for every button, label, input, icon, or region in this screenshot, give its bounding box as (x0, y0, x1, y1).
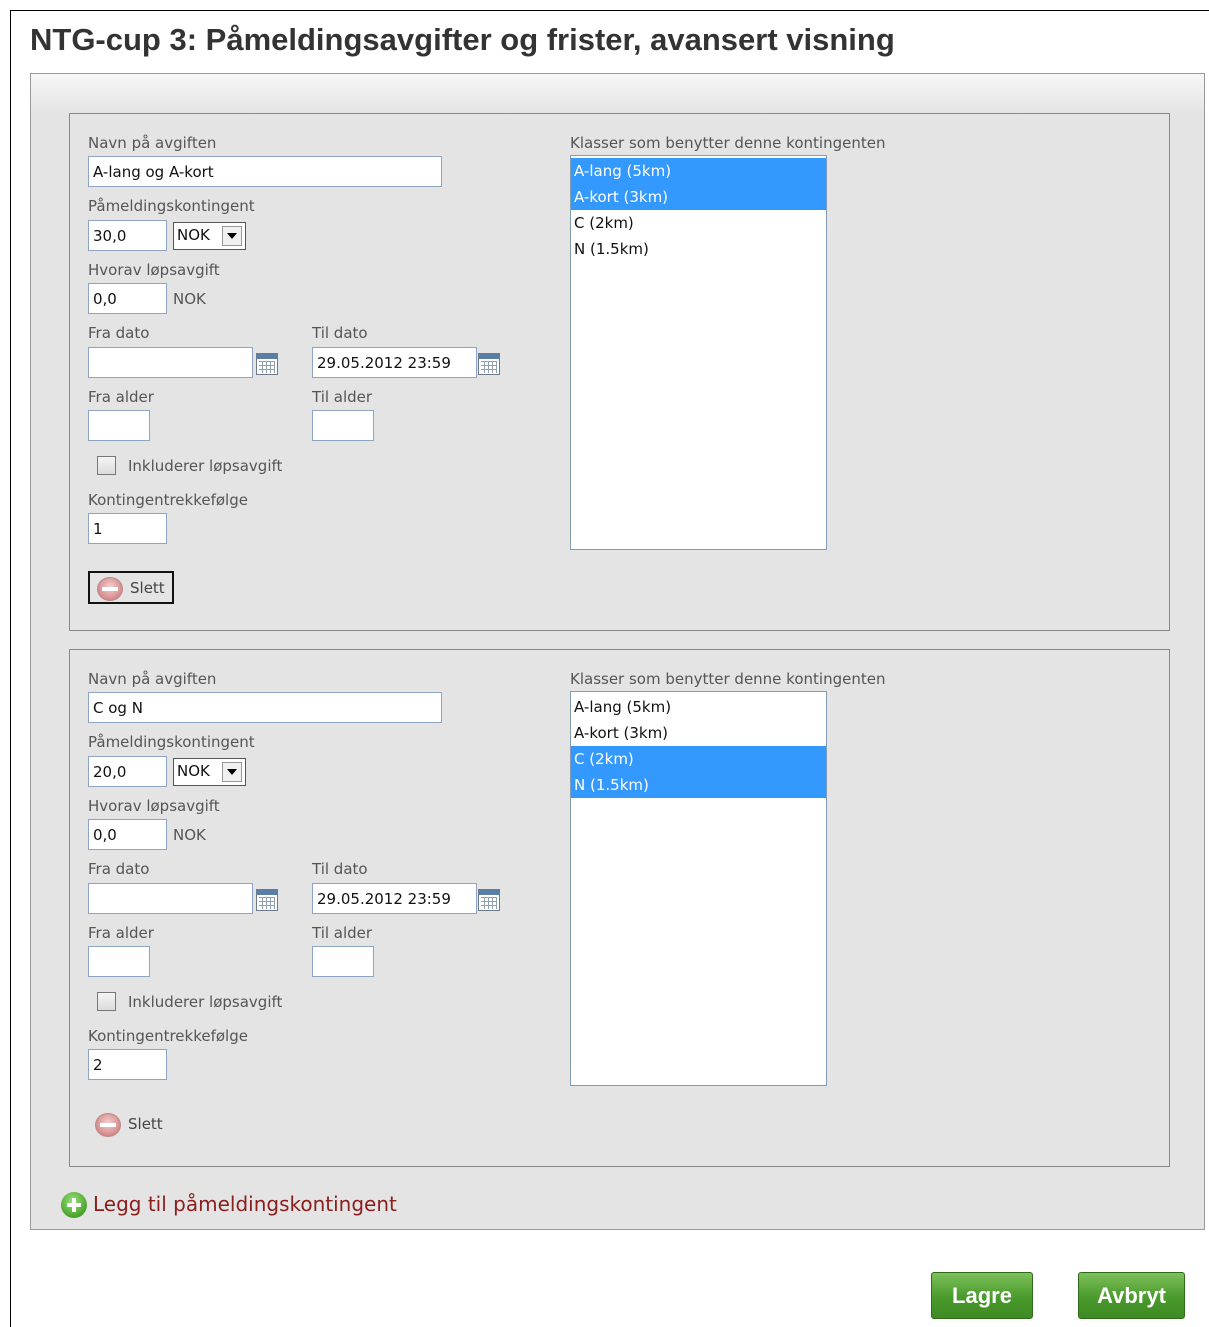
add-fee-link-label: Legg til påmeldingskontingent (93, 1192, 397, 1216)
minus-circle-icon (95, 1113, 121, 1137)
includes-race-fee-checkbox[interactable] (97, 992, 116, 1011)
fee-name-label: Navn på avgiften (88, 134, 217, 152)
from-age-input[interactable] (88, 946, 150, 977)
fee-name-input[interactable] (88, 692, 442, 723)
page-title: NTG-cup 3: Påmeldingsavgifter og frister… (30, 22, 895, 57)
includes-race-fee-label: Inkluderer løpsavgift (128, 993, 283, 1011)
calendar-icon[interactable] (478, 353, 500, 375)
class-option[interactable]: A-kort (3km) (571, 720, 826, 746)
delete-button[interactable]: Slett (88, 1109, 167, 1142)
delete-button-label: Slett (128, 1115, 163, 1133)
from-date-input[interactable] (88, 347, 253, 378)
to-age-label: Til alder (312, 924, 373, 942)
fee-name-label: Navn på avgiften (88, 670, 217, 688)
add-fee-link[interactable]: Legg til påmeldingskontingent (61, 1190, 397, 1218)
from-age-label: Fra alder (88, 388, 154, 406)
from-date-label: Fra dato (88, 860, 150, 878)
from-age-input[interactable] (88, 410, 150, 441)
classes-label: Klasser som benytter denne kontingenten (570, 670, 886, 688)
race-fee-unit: NOK (173, 290, 206, 308)
race-fee-label: Hvorav løpsavgift (88, 261, 220, 279)
currency-select[interactable]: NOK (173, 222, 246, 250)
delete-button-label: Slett (130, 579, 165, 597)
classes-label: Klasser som benytter denne kontingenten (570, 134, 886, 152)
calendar-icon[interactable] (256, 889, 278, 911)
entry-fee-label: Påmeldingskontingent (88, 733, 255, 751)
race-fee-input[interactable] (88, 819, 167, 850)
fee-order-input[interactable] (88, 513, 167, 544)
fee-order-label: Kontingentrekkefølge (88, 491, 248, 509)
classes-listbox[interactable]: A-lang (5km) A-kort (3km) C (2km) N (1.5… (570, 155, 827, 550)
includes-race-fee-label: Inkluderer løpsavgift (128, 457, 283, 475)
entry-fee-label: Påmeldingskontingent (88, 197, 255, 215)
save-button[interactable]: Lagre (931, 1272, 1033, 1319)
to-age-input[interactable] (312, 946, 374, 977)
class-option[interactable]: C (2km) (571, 210, 826, 236)
plus-circle-icon (61, 1192, 87, 1218)
class-option[interactable]: A-lang (5km) (571, 694, 826, 720)
fee-block-2: Navn på avgiften Påmeldingskontingent NO… (69, 649, 1170, 1167)
entry-fee-input[interactable] (88, 756, 167, 787)
race-fee-input[interactable] (88, 283, 167, 314)
from-age-label: Fra alder (88, 924, 154, 942)
currency-select-value: NOK (177, 762, 210, 780)
currency-select[interactable]: NOK (173, 758, 246, 786)
class-option[interactable]: N (1.5km) (571, 772, 826, 798)
calendar-icon[interactable] (256, 353, 278, 375)
race-fee-unit: NOK (173, 826, 206, 844)
includes-race-fee-checkbox[interactable] (97, 456, 116, 475)
from-date-label: Fra dato (88, 324, 150, 342)
to-age-input[interactable] (312, 410, 374, 441)
race-fee-label: Hvorav løpsavgift (88, 797, 220, 815)
fee-order-input[interactable] (88, 1049, 167, 1080)
fee-order-label: Kontingentrekkefølge (88, 1027, 248, 1045)
delete-button[interactable]: Slett (88, 571, 174, 604)
fee-block-1: Navn på avgiften Påmeldingskontingent NO… (69, 113, 1170, 631)
calendar-icon[interactable] (478, 889, 500, 911)
to-age-label: Til alder (312, 388, 373, 406)
to-date-input[interactable] (312, 347, 477, 378)
class-option[interactable]: A-kort (3km) (571, 184, 826, 210)
class-option[interactable]: C (2km) (571, 746, 826, 772)
to-date-input[interactable] (312, 883, 477, 914)
fee-name-input[interactable] (88, 156, 442, 187)
currency-select-value: NOK (177, 226, 210, 244)
class-option[interactable]: N (1.5km) (571, 236, 826, 262)
from-date-input[interactable] (88, 883, 253, 914)
to-date-label: Til dato (312, 324, 368, 342)
classes-listbox[interactable]: A-lang (5km) A-kort (3km) C (2km) N (1.5… (570, 691, 827, 1086)
minus-circle-icon (97, 577, 123, 601)
chevron-down-icon (222, 762, 242, 782)
class-option[interactable]: A-lang (5km) (571, 158, 826, 184)
chevron-down-icon (222, 226, 242, 246)
cancel-button[interactable]: Avbryt (1078, 1272, 1185, 1319)
to-date-label: Til dato (312, 860, 368, 878)
entry-fee-input[interactable] (88, 220, 167, 251)
